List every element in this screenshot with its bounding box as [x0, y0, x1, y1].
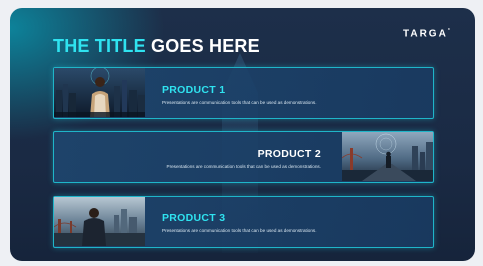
slide-title: THE TITLE GOES HERE [53, 36, 260, 57]
slide: THE TITLE GOES HERE TARGA° PRODUCT 1 Pre… [10, 8, 475, 261]
logo-mark: ° [447, 28, 450, 34]
product-1-title: PRODUCT 1 [162, 84, 226, 96]
product-1-image [54, 68, 145, 117]
product-card-1: PRODUCT 1 Presentations are communicatio… [53, 67, 434, 119]
logo-text: TARGA [403, 28, 448, 40]
product-3-description: Presentations are communication tools th… [162, 228, 317, 233]
product-3-title: PRODUCT 3 [162, 212, 226, 224]
product-1-description: Presentations are communication tools th… [162, 100, 317, 105]
product-2-title: PRODUCT 2 [257, 148, 321, 160]
product-2-image [342, 132, 433, 181]
product-card-2: PRODUCT 2 Presentations are communicatio… [53, 131, 434, 183]
title-rest: GOES HERE [151, 36, 260, 56]
product-card-3: PRODUCT 3 Presentations are communicatio… [53, 196, 434, 248]
brand-logo: TARGA° [403, 28, 450, 39]
title-accent: THE TITLE [53, 36, 146, 56]
product-3-image [54, 197, 145, 246]
product-2-description: Presentations are communication tools th… [166, 164, 322, 169]
